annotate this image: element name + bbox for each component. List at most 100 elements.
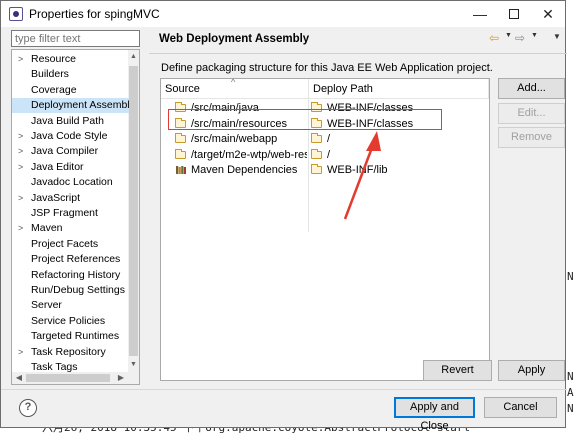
- expand-arrow-icon[interactable]: >: [18, 191, 26, 206]
- filter-input[interactable]: [11, 30, 140, 47]
- maximize-button[interactable]: [497, 1, 531, 27]
- title-bar[interactable]: Properties for spingMVC — ✕: [1, 1, 565, 27]
- back-arrow-icon[interactable]: ⇦: [489, 31, 499, 45]
- apply-and-close-button[interactable]: Apply and Close: [394, 397, 475, 432]
- expand-arrow-icon[interactable]: >: [18, 52, 26, 67]
- property-page-tree: ▲ ▼ ◀ ▶ > Resource Builders Coverage Deploym…: [11, 49, 140, 385]
- deploy-path: WEB-INF/classes: [327, 117, 414, 130]
- tree-item[interactable]: Task Tags: [12, 360, 129, 375]
- background-editor-edge: N N A N: [566, 0, 576, 436]
- tree-item-label: Server: [31, 299, 62, 312]
- tree-item[interactable]: Javadoc Location: [12, 175, 129, 190]
- source-cell: Maven Dependencies: [175, 163, 307, 178]
- table-row[interactable]: /target/m2e-wtp/web-resources /: [161, 148, 489, 163]
- tree-item[interactable]: Targeted Runtimes: [12, 329, 129, 344]
- chevron-down-icon[interactable]: ▼: [505, 32, 512, 39]
- table-row[interactable]: /src/main/java WEB-INF/classes: [161, 101, 489, 116]
- source-path: /target/m2e-wtp/web-resources: [191, 148, 307, 161]
- help-icon[interactable]: ?: [19, 399, 37, 417]
- table-row[interactable]: /src/main/resources WEB-INF/classes: [161, 117, 489, 132]
- background-char: A: [567, 386, 574, 399]
- tree-item[interactable]: Deployment Assembly: [12, 98, 129, 114]
- deploy-path: WEB-INF/lib: [327, 164, 388, 176]
- close-button[interactable]: ✕: [531, 1, 565, 27]
- scroll-up-icon[interactable]: ▲: [128, 50, 139, 64]
- tree-item-label: Project Facets: [31, 237, 99, 250]
- remove-button[interactable]: Remove: [498, 127, 565, 148]
- add-button[interactable]: Add...: [498, 78, 565, 99]
- expand-arrow-icon[interactable]: >: [18, 160, 26, 175]
- tree-item[interactable]: > Java Code Style: [12, 129, 129, 144]
- tree-item[interactable]: > Resource: [12, 52, 129, 67]
- tree-item[interactable]: Service Policies: [12, 314, 129, 329]
- tree-item[interactable]: > Java Editor: [12, 160, 129, 175]
- deploy-path-cell: /: [311, 132, 487, 147]
- tree-item[interactable]: Run/Debug Settings: [12, 283, 129, 298]
- table-row[interactable]: Maven Dependencies WEB-INF/lib: [161, 163, 489, 178]
- source-cell: /src/main/resources: [175, 117, 307, 132]
- folder-icon: [311, 133, 322, 143]
- tree-item-label: Deployment Assembly: [31, 99, 129, 112]
- tree-item-label: Project References: [31, 253, 121, 266]
- tree-item[interactable]: > Task Repository: [12, 345, 129, 360]
- tree-item[interactable]: Server: [12, 298, 129, 313]
- properties-dialog: Properties for spingMVC — ✕ ▲ ▼ ◀ ▶ >Res…: [0, 0, 567, 432]
- tree-item[interactable]: Refactoring History: [12, 268, 129, 283]
- tree-item[interactable]: > JavaScript: [12, 191, 129, 206]
- tree-vertical-scrollbar[interactable]: ▲ ▼: [128, 50, 139, 372]
- scrollbar-thumb[interactable]: [26, 374, 110, 382]
- chevron-down-icon[interactable]: ▼: [531, 32, 538, 39]
- column-header-deploy-path[interactable]: Deploy Path: [309, 79, 489, 99]
- scrollbar-thumb[interactable]: [129, 66, 138, 356]
- folder-icon: [311, 148, 322, 159]
- tree-item-label: Task Tags: [31, 361, 78, 373]
- deploy-path: /: [327, 148, 331, 161]
- tree-item-label: Builders: [31, 68, 69, 81]
- view-menu-icon[interactable]: ▼: [553, 32, 561, 41]
- tree-item-label: Maven: [31, 222, 63, 235]
- folder-icon: [311, 117, 322, 128]
- tree-item[interactable]: Java Build Path: [12, 114, 129, 129]
- forward-arrow-icon[interactable]: ⇨: [515, 31, 525, 45]
- tree-item[interactable]: > Maven: [12, 221, 129, 236]
- column-header-label: Source: [165, 83, 200, 95]
- column-header-source[interactable]: ^ Source: [161, 77, 309, 99]
- edit-button[interactable]: Edit...: [498, 103, 565, 124]
- apply-button[interactable]: Apply: [498, 360, 565, 381]
- scroll-down-icon[interactable]: ▼: [128, 358, 139, 372]
- tree-item[interactable]: JSP Fragment: [12, 206, 129, 221]
- eclipse-app-icon: [9, 7, 23, 21]
- minimize-icon: —: [473, 6, 487, 22]
- source-path: Maven Dependencies: [191, 164, 298, 176]
- background-char: N: [567, 402, 574, 415]
- folder-icon: [175, 148, 186, 159]
- source-path: /src/main/webapp: [191, 133, 278, 145]
- table-row[interactable]: /src/main/webapp /: [161, 132, 489, 147]
- tree-item-label: Targeted Runtimes: [31, 330, 120, 343]
- deploy-path-cell: WEB-INF/lib: [311, 163, 487, 178]
- tree-item-label: Java Editor: [31, 160, 84, 173]
- source-cell: /src/main/webapp: [175, 132, 307, 147]
- cancel-button[interactable]: Cancel: [484, 397, 557, 418]
- maven-library-icon: [176, 166, 186, 174]
- source-path: /src/main/java: [191, 102, 259, 114]
- tree-item[interactable]: Project References: [12, 252, 129, 267]
- expand-arrow-icon[interactable]: >: [18, 221, 26, 236]
- expand-arrow-icon[interactable]: >: [18, 144, 26, 159]
- revert-button[interactable]: Revert: [423, 360, 492, 381]
- tree-item-label: Java Build Path: [31, 114, 104, 127]
- tree-item[interactable]: Builders: [12, 67, 129, 82]
- tree-item[interactable]: Project Facets: [12, 237, 129, 252]
- background-char: N: [567, 370, 574, 383]
- tree-item[interactable]: Coverage: [12, 83, 129, 98]
- tree-item-label: Run/Debug Settings: [31, 284, 125, 296]
- tree-item-label: Refactoring History: [31, 268, 121, 281]
- close-icon: ✕: [542, 5, 554, 22]
- deploy-path-cell: WEB-INF/classes: [311, 101, 487, 116]
- tree-item-label: Resource: [31, 53, 76, 65]
- expand-arrow-icon[interactable]: >: [18, 345, 26, 360]
- minimize-button[interactable]: —: [463, 1, 497, 27]
- tree-item-label: Java Compiler: [31, 145, 99, 158]
- expand-arrow-icon[interactable]: >: [18, 129, 26, 144]
- tree-item[interactable]: > Java Compiler: [12, 144, 129, 159]
